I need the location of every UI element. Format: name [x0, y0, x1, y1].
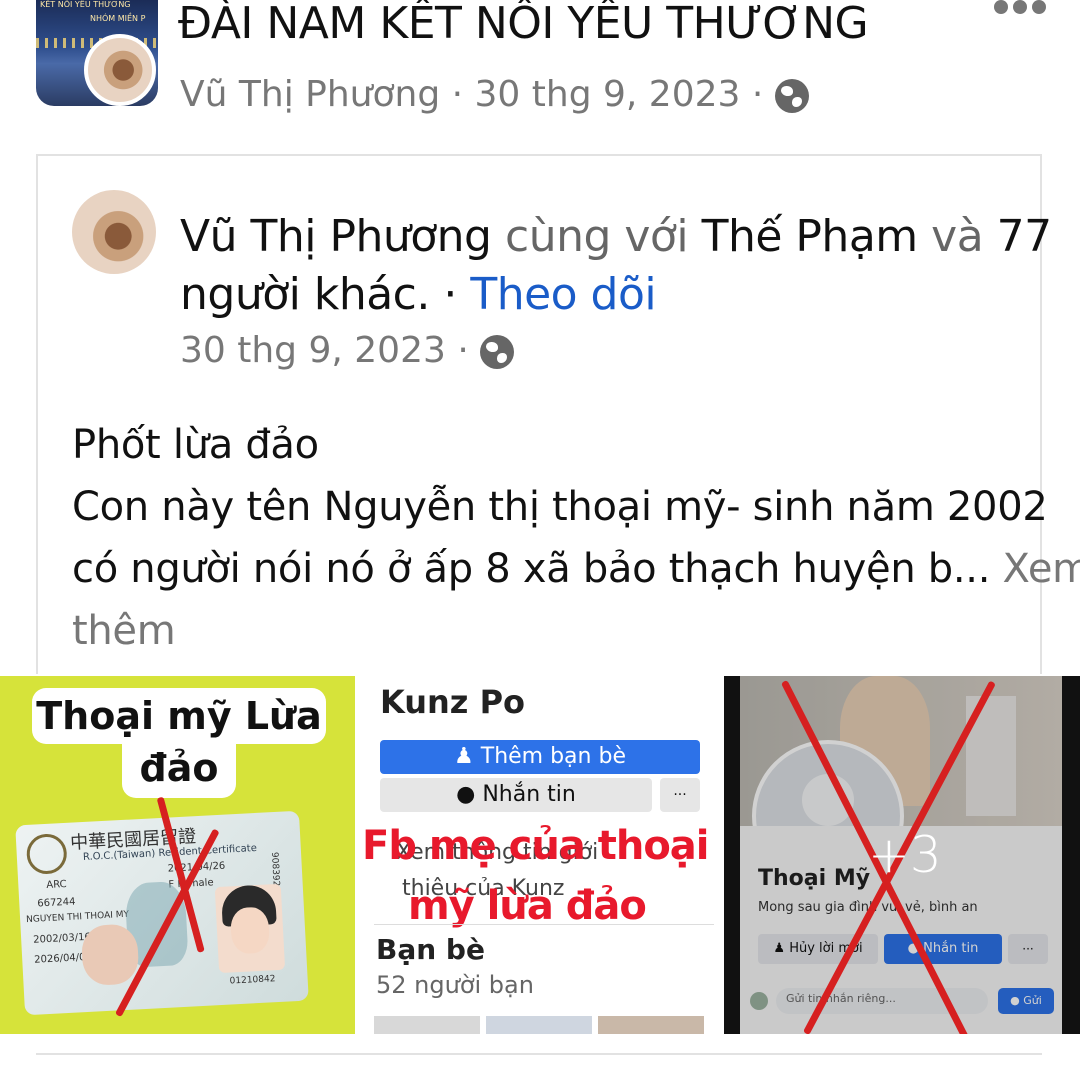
globe-icon	[774, 79, 809, 113]
resident-certificate-card: 中華民國居留證 R.O.C.(Taiwan) Resident Certific…	[15, 810, 309, 1016]
follow-link[interactable]: Theo dõi	[470, 269, 656, 320]
divider	[374, 924, 714, 925]
header-author-name[interactable]: Vũ Thị Phương	[180, 74, 440, 115]
thumbnail-caption: KẾT NỐI YÊU THƯƠNG	[40, 0, 131, 9]
others-link[interactable]: người khác.	[180, 269, 430, 320]
tagged-person-link[interactable]: Thế Phạm	[702, 211, 919, 262]
post-body-line: Phốt lừa đảo	[72, 422, 319, 468]
friend-thumbnail	[374, 1016, 480, 1034]
card-serial: 908392	[268, 851, 281, 887]
post-body: Phốt lừa đảo Con này tên Nguyễn thị thoạ…	[72, 414, 1080, 662]
post-body-line: có người nói nó ở ấp 8 xã bảo thạch huyệ…	[72, 538, 1080, 600]
small-photo	[80, 923, 140, 987]
author-avatar-small[interactable]	[84, 34, 156, 106]
profile-name: Kunz Po	[380, 683, 525, 721]
card-number: 667244	[37, 896, 76, 910]
post-image-id-card[interactable]: Thoại mỹ Lừa đảo 中華民國居留證 R.O.C.(Taiwan) …	[0, 676, 355, 1034]
id-photo	[214, 883, 286, 974]
message-button: ● Nhắn tin	[380, 778, 652, 812]
more-button: ···	[660, 778, 700, 812]
post-author-line-2: người khác. · Theo dõi	[180, 269, 657, 320]
overlay-caption: Fb mẹ của thoại	[362, 823, 710, 869]
overlay-caption: mỹ lừa đảo	[408, 883, 647, 929]
thumbnail-caption-secondary: NHÓM MIỀN P	[90, 14, 146, 23]
header-meta: Vũ Thị Phương · 30 thg 9, 2023 ·	[180, 70, 809, 120]
add-friend-icon: ♟	[454, 744, 474, 769]
post-image-profile-kunz[interactable]: Kunz Po ♟ Thêm bạn bè ● Nhắn tin ··· Xem…	[356, 676, 720, 1034]
friend-thumbnail	[486, 1016, 592, 1034]
card-bottom-border	[36, 1053, 1042, 1055]
post-author-line: Vũ Thị Phương cùng với Thế Phạm và 77	[180, 211, 1053, 262]
see-more-link[interactable]: Xem	[1003, 546, 1080, 592]
post-body-line: Con này tên Nguyễn thị thoại mỹ- sinh nă…	[72, 484, 1048, 530]
header-date[interactable]: 30 thg 9, 2023	[475, 74, 741, 115]
emblem-icon	[25, 832, 68, 875]
post-author-avatar[interactable]	[72, 190, 156, 274]
see-more-link-continued[interactable]: thêm	[72, 600, 1002, 662]
post-meta: 30 thg 9, 2023 ·	[180, 326, 515, 376]
post-author-name[interactable]: Vũ Thị Phương	[180, 211, 492, 262]
group-title[interactable]: ĐÀI NAM KẾT NỐI YÊU THƯƠNG	[178, 0, 869, 50]
friend-thumbnail	[598, 1016, 704, 1034]
card-arc: ARC	[46, 878, 67, 892]
others-count[interactable]: 77	[997, 211, 1053, 262]
post-date[interactable]: 30 thg 9, 2023	[180, 330, 446, 371]
image-label: Thoại mỹ Lừa	[32, 688, 326, 744]
card-name: NGUYEN THI THOAI MY	[25, 909, 130, 926]
globe-icon	[480, 335, 515, 369]
post-image-profile-thoai-my[interactable]: Thoại Mỹ Mong sau gia đình vui vẻ, bình …	[724, 676, 1080, 1034]
more-images-count[interactable]: +3	[868, 826, 942, 884]
friends-count: 52 người bạn	[376, 971, 534, 999]
add-friend-button: ♟ Thêm bạn bè	[380, 740, 700, 774]
card-barcode-number: 01210842	[229, 974, 276, 987]
friends-title: Bạn bè	[376, 933, 485, 966]
messenger-icon: ●	[456, 782, 476, 807]
image-label: đảo	[122, 742, 236, 798]
more-dots-icon[interactable]	[994, 0, 1046, 20]
